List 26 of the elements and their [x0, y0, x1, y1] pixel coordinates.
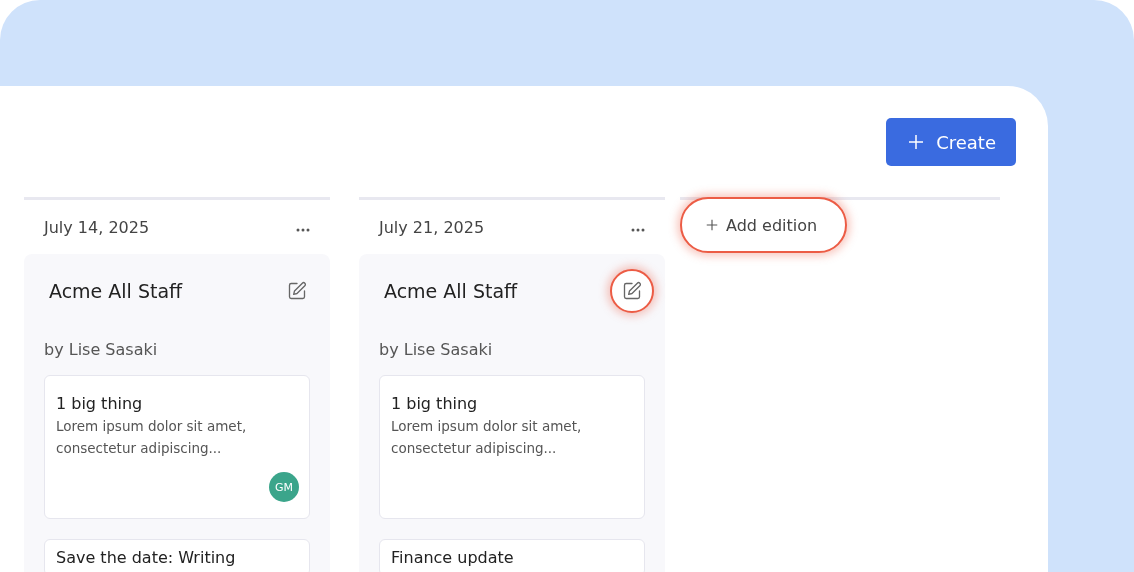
- edition-date: July 21, 2025: [379, 217, 485, 237]
- assignee-avatar: GM: [269, 472, 299, 502]
- more-icon: [631, 228, 645, 232]
- author-byline: by Lise Sasaki: [379, 340, 494, 359]
- more-icon: [296, 228, 310, 232]
- story-card[interactable]: 1 big thing Lorem ipsum dolor sit amet, consectetur adipiscing...: [379, 375, 645, 519]
- edition-title: Acme All Staff: [49, 280, 183, 302]
- plus-icon: [908, 134, 925, 150]
- story-excerpt: Lorem ipsum dolor sit amet, consectetur adipiscing...: [391, 417, 583, 458]
- plus-icon: [706, 219, 718, 231]
- edit-icon: [622, 281, 642, 301]
- story-title: Save the date: Writing: [56, 548, 237, 567]
- edition-title: Acme All Staff: [384, 280, 518, 302]
- edit-button[interactable]: [610, 269, 654, 313]
- add-edition-button[interactable]: Add edition: [680, 197, 848, 253]
- create-button[interactable]: Create: [886, 118, 1016, 166]
- story-card[interactable]: 1 big thing Lorem ipsum dolor sit amet, consectetur adipiscing... GM: [44, 375, 310, 519]
- story-card[interactable]: Save the date: Writing: [44, 539, 310, 572]
- author-byline: by Lise Sasaki: [44, 340, 159, 359]
- edit-icon: [287, 281, 307, 301]
- story-card[interactable]: Finance update: [379, 539, 645, 572]
- story-title: 1 big thing: [56, 394, 144, 413]
- story-excerpt: Lorem ipsum dolor sit amet, consectetur adipiscing...: [56, 417, 248, 458]
- edition-date: July 14, 2025: [44, 217, 150, 237]
- story-title: 1 big thing: [391, 394, 479, 413]
- story-title: Finance update: [391, 548, 515, 567]
